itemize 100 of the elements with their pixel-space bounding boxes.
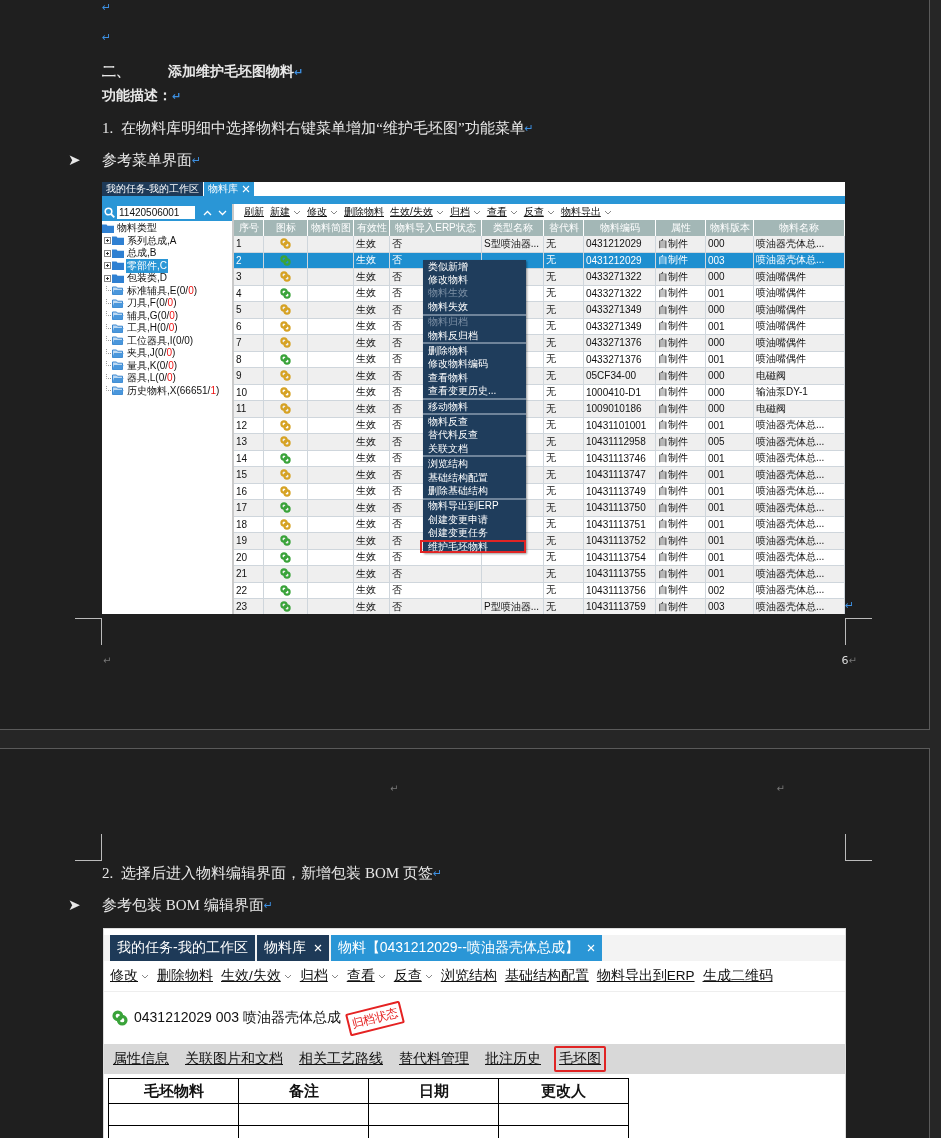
column-header: 有效性 xyxy=(354,220,390,236)
table-cell: 无 xyxy=(544,368,584,385)
toolbar-item[interactable]: 删除物料 xyxy=(157,967,213,985)
toolbar-item[interactable]: 刷新 xyxy=(244,205,264,219)
tab[interactable]: 我的任务-我的工作区 xyxy=(102,182,204,196)
table-cell: 10431113752 xyxy=(584,533,656,550)
table-cell: 000 xyxy=(706,269,754,286)
table-cell: 自制件 xyxy=(656,599,706,614)
tab[interactable]: 我的任务-我的工作区 xyxy=(110,935,255,961)
toolbar-item[interactable]: 归档 xyxy=(299,967,339,985)
expand-icon[interactable] xyxy=(103,274,111,282)
table-cell[interactable]: 1 xyxy=(234,236,264,253)
table-cell[interactable]: 5 xyxy=(234,302,264,319)
toolbar-item[interactable]: 物料导出 xyxy=(560,205,612,219)
sub-tab[interactable]: 毛坯图 xyxy=(554,1046,606,1072)
table-cell[interactable]: 15 xyxy=(234,467,264,484)
close-icon[interactable] xyxy=(313,944,322,952)
toolbar-item[interactable]: 反查 xyxy=(523,205,555,219)
table-cell: 自制件 xyxy=(656,269,706,286)
table-cell: 电磁阀 xyxy=(754,368,845,385)
tree-item[interactable]: 工位器具,I(0/0) xyxy=(126,333,195,348)
table-cell: 000 xyxy=(706,368,754,385)
sub-tab[interactable]: 属性信息 xyxy=(110,1048,172,1070)
tab[interactable]: 物料库 xyxy=(256,935,329,961)
toolbar-item[interactable]: 生成二维码 xyxy=(702,967,773,985)
tree-item[interactable]: 刀具,F(0/0) xyxy=(126,296,178,311)
tree-item[interactable]: 器具,L(0/0) xyxy=(126,371,177,386)
status-stamp: 归档状态 xyxy=(345,1000,405,1036)
table-cell: 0433271322 xyxy=(584,269,656,286)
expand-icon[interactable] xyxy=(103,249,111,257)
tree-item[interactable]: 总成,B xyxy=(126,246,158,261)
table-cell[interactable]: 3 xyxy=(234,269,264,286)
sub-tab[interactable]: 批注历史 xyxy=(482,1048,544,1070)
table-cell: 无 xyxy=(544,566,584,583)
toolbar-item[interactable]: 基础结构配置 xyxy=(504,967,589,985)
table-cell[interactable]: 19 xyxy=(234,533,264,550)
tree-item[interactable]: 辅具,G(0/0) xyxy=(126,308,180,323)
crop-mark xyxy=(845,834,872,861)
table-cell[interactable]: 21 xyxy=(234,566,264,583)
sub-tab[interactable]: 关联图片和文档 xyxy=(182,1048,286,1070)
tree-item[interactable]: 系列总成,A xyxy=(126,233,178,248)
table-cell: 喷油嘴偶件 xyxy=(754,335,845,352)
toolbar-item[interactable]: 反查 xyxy=(393,967,433,985)
tree-item[interactable]: 包装类,D xyxy=(126,271,168,286)
toolbar-item[interactable]: 删除物料 xyxy=(344,205,384,219)
table-cell[interactable]: 11 xyxy=(234,401,264,418)
paragraph-mark: ↵ xyxy=(263,898,273,912)
folder-icon xyxy=(112,386,124,396)
table-cell[interactable]: 13 xyxy=(234,434,264,451)
folder-icon xyxy=(112,323,124,333)
table-cell: 生效 xyxy=(354,467,390,484)
crop-mark xyxy=(845,618,872,645)
table-cell: 1009010186 xyxy=(584,401,656,418)
paragraph-mark: ↵ xyxy=(776,783,785,796)
toolbar-item[interactable]: 生效/失效 xyxy=(221,967,292,985)
paragraph-mark: ↵ xyxy=(848,655,857,666)
table-cell: 自制件 xyxy=(656,533,706,550)
toolbar-item[interactable]: 修改 xyxy=(110,967,149,985)
table-cell: 生效 xyxy=(354,368,390,385)
table-cell[interactable]: 17 xyxy=(234,500,264,517)
list-number: 2. xyxy=(102,864,114,882)
toolbar-item[interactable]: 生效/失效 xyxy=(390,205,444,219)
table-cell[interactable]: 9 xyxy=(234,368,264,385)
table-cell: 生效 xyxy=(354,269,390,286)
expand-icon[interactable] xyxy=(103,262,111,270)
chevron-up-icon[interactable] xyxy=(203,209,212,216)
sub-tab[interactable]: 相关工艺路线 xyxy=(296,1048,386,1070)
tree-item[interactable]: 工具,H(0/0) xyxy=(126,321,179,336)
tree-item[interactable]: 夹具,J(0/0) xyxy=(126,346,177,361)
toolbar-item[interactable]: 归档 xyxy=(449,205,481,219)
table-cell[interactable]: 7 xyxy=(234,335,264,352)
table-cell: 05CF34-00 xyxy=(584,368,656,385)
chevron-down-icon[interactable] xyxy=(218,209,227,216)
search-icon[interactable] xyxy=(104,207,115,218)
table-cell: 无 xyxy=(544,401,584,418)
tree-item[interactable]: 物料类型 xyxy=(116,221,158,236)
table-cell: 生效 xyxy=(354,566,390,583)
tree-item[interactable]: 标准辅具,E(0/0) xyxy=(126,283,199,298)
table-cell: 生效 xyxy=(354,533,390,550)
tree-item[interactable]: 历史物料,X(66651/1) xyxy=(126,383,221,398)
table-cell[interactable]: 23 xyxy=(234,599,264,614)
expand-icon[interactable] xyxy=(103,237,111,245)
toolbar-item[interactable]: 浏览结构 xyxy=(440,967,497,985)
toolbar-item[interactable]: 查看 xyxy=(346,967,386,985)
table-cell xyxy=(482,566,544,583)
sub-tab[interactable]: 替代料管理 xyxy=(396,1048,472,1070)
table-cell: 0433271349 xyxy=(584,302,656,319)
menu-item[interactable]: 移动物料 xyxy=(423,399,526,414)
search-field[interactable]: 11420506001 xyxy=(117,206,195,219)
paragraph-text: 参考菜单界面 xyxy=(102,150,192,170)
crop-mark xyxy=(75,618,102,645)
folder-icon xyxy=(112,348,124,358)
paragraph-mark: ↵ xyxy=(102,0,112,14)
table-cell: 生效 xyxy=(354,434,390,451)
table-cell: 0433271376 xyxy=(584,335,656,352)
toolbar-item[interactable]: 修改 xyxy=(307,205,338,219)
toolbar-item[interactable]: 物料导出到ERP xyxy=(596,967,695,985)
toolbar-item[interactable]: 新建 xyxy=(270,205,301,219)
tree-item[interactable]: 量具,K(0/0) xyxy=(126,358,179,373)
toolbar-item[interactable]: 查看 xyxy=(486,205,518,219)
